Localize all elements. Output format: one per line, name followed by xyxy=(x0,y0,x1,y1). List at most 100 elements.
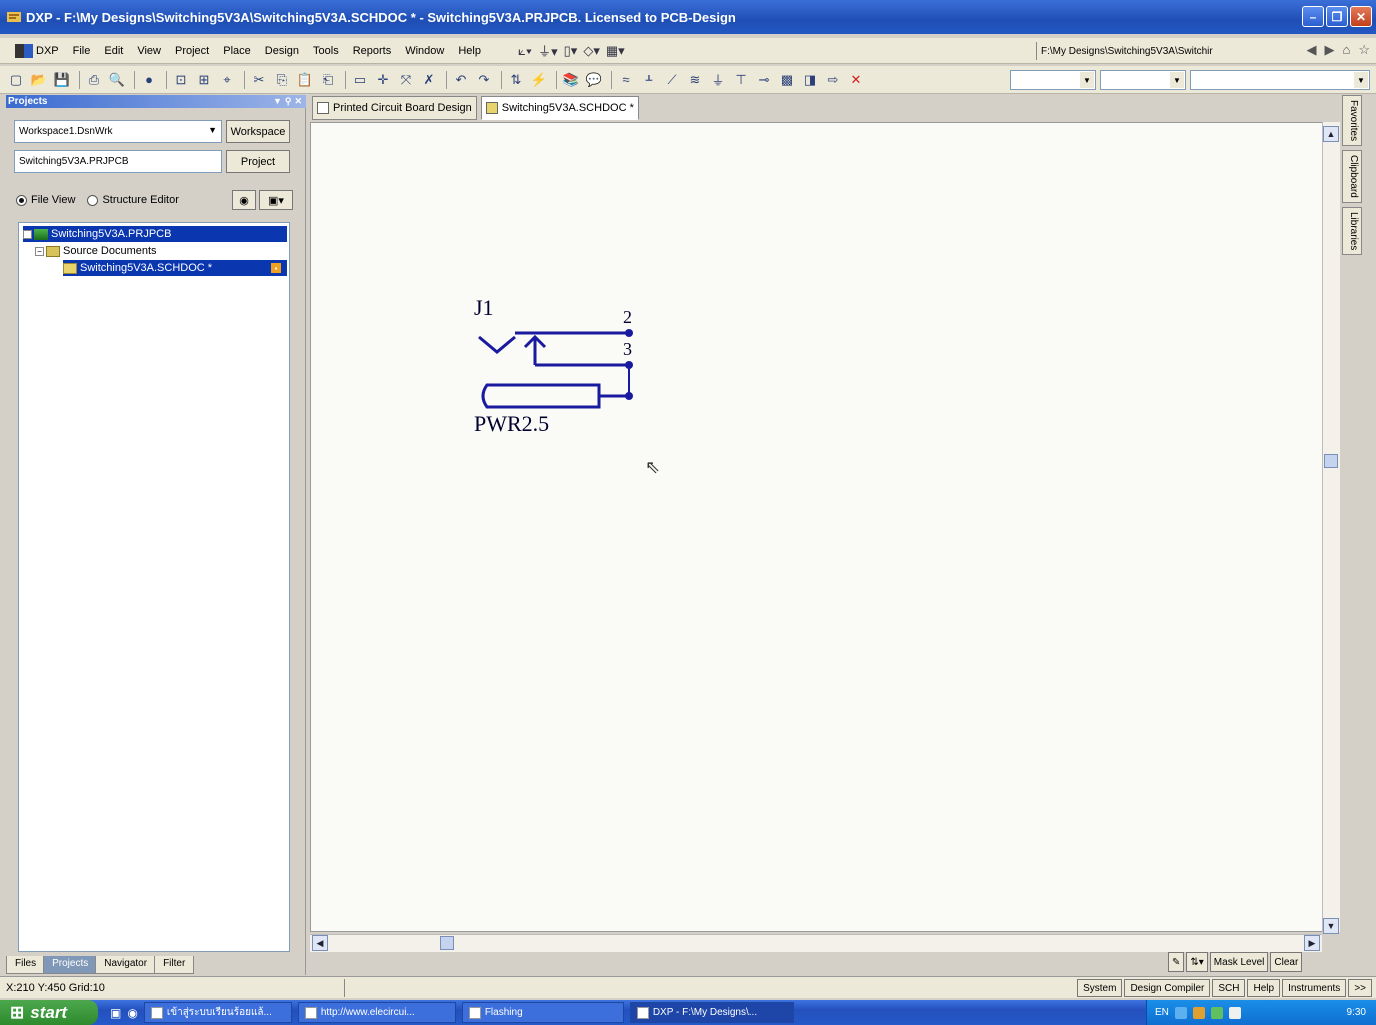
tree-item-schdoc[interactable]: Switching5V3A.SCHDOC * ▪ xyxy=(63,260,287,276)
side-tab-libraries[interactable]: Libraries xyxy=(1342,206,1362,256)
status-system-button[interactable]: System xyxy=(1077,979,1123,997)
place-wire-icon[interactable]: ≈ xyxy=(616,71,636,89)
grid-icon[interactable]: ▦▾ xyxy=(606,43,625,59)
move-icon[interactable]: ✛ xyxy=(373,71,393,89)
place-bus-icon[interactable]: ᚆ xyxy=(639,71,659,89)
vertical-scroll-thumb[interactable] xyxy=(1324,454,1338,468)
tab-filter[interactable]: Filter xyxy=(154,956,195,974)
panel-close-icon[interactable]: ✕ xyxy=(294,96,302,107)
menu-reports[interactable]: Reports xyxy=(346,45,399,57)
no-erc-icon[interactable]: ✕ xyxy=(846,71,866,89)
close-button[interactable]: ✕ xyxy=(1350,6,1372,27)
open-device-view-icon[interactable]: ● xyxy=(139,71,159,89)
mask-level-button[interactable]: Mask Level xyxy=(1209,952,1269,972)
select-area-icon[interactable]: ▭ xyxy=(350,71,370,89)
scroll-left-icon[interactable]: ◀ xyxy=(312,935,328,951)
structure-editor-radio[interactable] xyxy=(87,194,99,206)
status-instruments-button[interactable]: Instruments xyxy=(1282,979,1347,997)
restore-button[interactable]: ❐ xyxy=(1326,6,1348,27)
place-port-icon[interactable]: ⇨ xyxy=(823,71,843,89)
deselect-icon[interactable]: ⤧ xyxy=(396,71,416,89)
task-item-3[interactable]: Flashing xyxy=(461,1002,624,1023)
wiring-tools-icon[interactable]: ⟀▾ xyxy=(518,43,532,59)
workspace-button[interactable]: Workspace xyxy=(226,120,290,143)
vertical-scrollbar[interactable]: ▲ ▼ xyxy=(1322,122,1340,934)
tab-schdoc[interactable]: Switching5V3A.SCHDOC * xyxy=(480,96,639,120)
help-icon[interactable]: 💬 xyxy=(584,71,604,89)
place-sheet-symbol-icon[interactable]: ▩ xyxy=(777,71,797,89)
clear-button[interactable]: Clear xyxy=(1270,952,1303,972)
browser-icon[interactable]: ◉ xyxy=(127,1006,137,1020)
horizontal-scrollbar[interactable]: ◀ ▶ xyxy=(310,934,1322,952)
collapse-icon[interactable]: − xyxy=(35,246,44,256)
menu-window[interactable]: Window xyxy=(398,45,451,57)
place-net-label-icon[interactable]: ≋ xyxy=(685,71,705,89)
project-field[interactable]: Switching5V3A.PRJPCB xyxy=(14,150,222,173)
clear-filter-icon[interactable]: ✗ xyxy=(419,71,439,89)
forward-icon[interactable]: ▶ xyxy=(1324,42,1334,58)
security-icon[interactable] xyxy=(1192,1006,1205,1019)
status-sch-button[interactable]: SCH xyxy=(1212,979,1246,997)
brush-icon[interactable]: ✎ xyxy=(1168,952,1185,972)
filter-combo-1[interactable]: ▼ xyxy=(1010,70,1096,90)
favorites-star-icon[interactable]: ☆ xyxy=(1358,42,1370,58)
panel-menu-icon[interactable]: ▼ xyxy=(273,96,282,107)
show-desktop-icon[interactable]: ▣ xyxy=(110,1006,121,1020)
document-path-combo[interactable]: F:\My Designs\Switching5V3A\Switchir xyxy=(1036,42,1256,60)
tree-item-project[interactable]: − Switching5V3A.PRJPCB xyxy=(23,226,287,242)
menu-file[interactable]: File xyxy=(66,45,98,57)
copy-icon[interactable]: ⎘ xyxy=(272,71,292,89)
cut-icon[interactable]: ✂ xyxy=(249,71,269,89)
zoom-selected-icon[interactable]: ⌖ xyxy=(217,71,237,89)
task-item-2[interactable]: http://www.elecircui... xyxy=(297,1002,456,1023)
redo-icon[interactable]: ↷ xyxy=(474,71,494,89)
language-indicator[interactable]: EN xyxy=(1155,1007,1169,1018)
media-icon[interactable] xyxy=(1228,1006,1241,1019)
project-options-icon[interactable]: ▣▾ xyxy=(259,190,293,210)
status-help-button[interactable]: Help xyxy=(1247,979,1281,997)
tab-files[interactable]: Files xyxy=(6,956,46,974)
volume-icon[interactable] xyxy=(1210,1006,1223,1019)
rubber-stamp-icon[interactable]: ⎗ xyxy=(318,71,338,89)
menu-tools[interactable]: Tools xyxy=(306,45,346,57)
menu-dxp[interactable]: DXP xyxy=(8,43,66,58)
pin-icon[interactable]: ⚲ xyxy=(285,96,292,107)
scroll-down-icon[interactable]: ▼ xyxy=(1323,918,1339,934)
start-button[interactable]: ⊞ start xyxy=(0,1000,98,1025)
home-icon[interactable]: ⌂ xyxy=(1342,42,1350,58)
menu-design[interactable]: Design xyxy=(258,45,306,57)
tab-projects[interactable]: Projects xyxy=(43,956,98,974)
place-vcc-icon[interactable]: ⊤ xyxy=(731,71,751,89)
schematic-canvas[interactable]: J1 2 3 PWR2.5 ⇖ xyxy=(310,122,1340,932)
menu-view[interactable]: View xyxy=(130,45,168,57)
paste-icon[interactable]: 📋 xyxy=(295,71,315,89)
workspace-combo[interactable]: Workspace1.DsnWrk ▼ xyxy=(14,120,222,143)
print-preview-icon[interactable]: 🔍 xyxy=(107,71,127,89)
status-design-compiler-button[interactable]: Design Compiler xyxy=(1124,979,1211,997)
cross-probe-icon[interactable]: ⚡ xyxy=(529,71,549,89)
scroll-up-icon[interactable]: ▲ xyxy=(1323,126,1339,142)
tree-item-source-documents[interactable]: − Source Documents xyxy=(35,243,157,259)
menu-project[interactable]: Project xyxy=(168,45,216,57)
project-button[interactable]: Project xyxy=(226,150,290,173)
collapse-icon[interactable]: − xyxy=(23,229,32,239)
refresh-icon[interactable]: ◉ xyxy=(232,190,256,210)
hierarchy-icon[interactable]: ⇅ xyxy=(506,71,526,89)
menu-help[interactable]: Help xyxy=(451,45,488,57)
network-icon[interactable] xyxy=(1174,1006,1187,1019)
minimize-button[interactable]: – xyxy=(1302,6,1324,27)
menu-place[interactable]: Place xyxy=(216,45,258,57)
new-file-icon[interactable]: ▢ xyxy=(6,71,26,89)
zoom-fit-icon[interactable]: ⊡ xyxy=(171,71,191,89)
place-bus-entry-icon[interactable]: ⟋ xyxy=(662,71,682,89)
horizontal-scroll-thumb[interactable] xyxy=(440,936,454,950)
filter-icon[interactable]: ⇅▾ xyxy=(1186,952,1208,972)
tab-pcb-design[interactable]: Printed Circuit Board Design xyxy=(312,96,477,120)
status-more-button[interactable]: >> xyxy=(1348,979,1372,997)
save-icon[interactable]: 💾 xyxy=(52,71,72,89)
zoom-area-icon[interactable]: ⊞ xyxy=(194,71,214,89)
place-gnd-icon[interactable]: ⏚ xyxy=(708,71,728,89)
task-item-4[interactable]: DXP - F:\My Designs\... xyxy=(629,1002,794,1023)
filter-combo-3[interactable]: ▼ xyxy=(1190,70,1370,90)
tab-navigator[interactable]: Navigator xyxy=(95,956,157,974)
